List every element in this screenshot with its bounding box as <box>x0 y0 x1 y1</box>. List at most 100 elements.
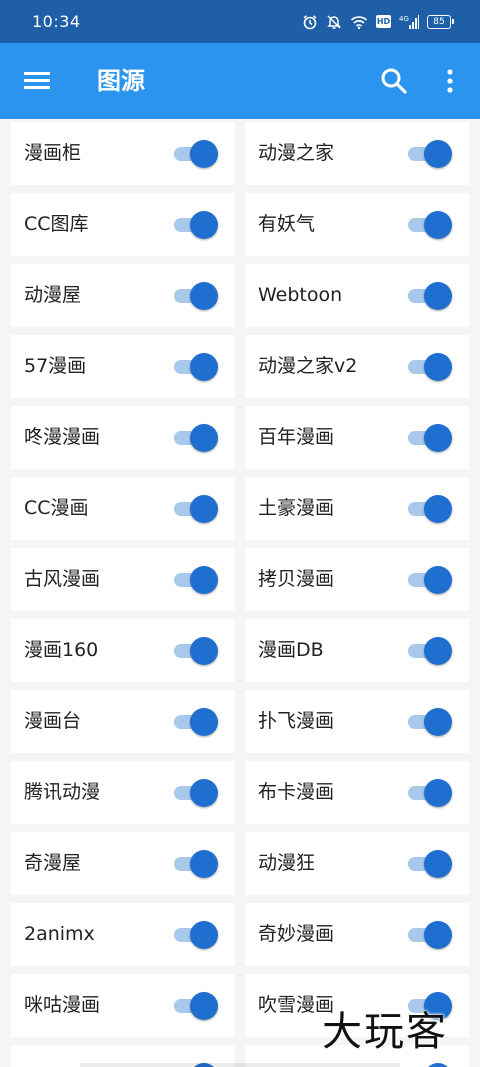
toggle-thumb <box>190 566 218 594</box>
source-toggle[interactable] <box>174 353 220 381</box>
source-card: 动漫狂 <box>245 832 469 895</box>
source-card: 漫画柜 <box>11 122 235 185</box>
signal-icon: 4G <box>399 14 419 30</box>
toggle-thumb <box>190 282 218 310</box>
source-toggle[interactable] <box>408 637 454 665</box>
source-name: 有妖气 <box>258 213 316 235</box>
source-name: 奇漫屋 <box>24 852 82 874</box>
source-toggle[interactable] <box>408 282 454 310</box>
source-card: 布卡漫画 <box>245 761 469 824</box>
source-card: 奇漫屋 <box>11 832 235 895</box>
source-toggle[interactable] <box>408 850 454 878</box>
toggle-thumb <box>190 708 218 736</box>
source-card: 动漫之家v2 <box>245 335 469 398</box>
more-options-button[interactable] <box>434 65 466 97</box>
source-name: 土豪漫画 <box>258 497 335 519</box>
source-grid[interactable]: 漫画柜 动漫之家 CC图库 有妖气 动漫屋 Webtoon 57漫画 动漫之家v2 咚漫漫画 百年… <box>0 119 480 1067</box>
source-card: 土豪漫画 <box>245 477 469 540</box>
toggle-thumb <box>190 424 218 452</box>
source-name: 动漫之家 <box>258 142 335 164</box>
source-name: CC图库 <box>24 213 89 235</box>
battery-icon: 85 <box>427 14 454 29</box>
source-name: 咪咕漫画 <box>24 994 101 1016</box>
source-name: 咚漫漫画 <box>24 426 101 448</box>
source-toggle[interactable] <box>408 566 454 594</box>
alarm-icon <box>302 14 318 30</box>
source-toggle[interactable] <box>174 211 220 239</box>
toggle-thumb <box>424 637 452 665</box>
source-card: 漫画DB <box>245 619 469 682</box>
hd-badge: HD <box>376 15 391 28</box>
toggle-thumb <box>424 779 452 807</box>
source-name: 漫画160 <box>24 639 99 661</box>
source-name: 漫画DB <box>258 639 324 661</box>
source-toggle[interactable] <box>174 495 220 523</box>
source-name: CC漫画 <box>24 497 89 519</box>
source-name: 布卡漫画 <box>258 781 335 803</box>
source-toggle[interactable] <box>408 779 454 807</box>
source-toggle[interactable] <box>174 921 220 949</box>
toggle-thumb <box>190 211 218 239</box>
mute-bell-icon <box>326 14 342 30</box>
source-toggle[interactable] <box>408 708 454 736</box>
source-card: 咚漫漫画 <box>11 406 235 469</box>
battery-level: 85 <box>427 14 451 29</box>
source-card: CC漫画 <box>11 477 235 540</box>
source-toggle[interactable] <box>408 424 454 452</box>
source-toggle[interactable] <box>174 779 220 807</box>
source-toggle[interactable] <box>408 1063 454 1067</box>
toggle-thumb <box>190 495 218 523</box>
source-toggle[interactable] <box>408 353 454 381</box>
toggle-thumb <box>190 850 218 878</box>
toggle-thumb <box>190 992 218 1020</box>
source-card: 古风漫画 <box>11 548 235 611</box>
toggle-thumb <box>190 637 218 665</box>
source-name: 拷贝漫画 <box>258 568 335 590</box>
source-card: 动漫屋 <box>11 264 235 327</box>
source-toggle[interactable] <box>174 850 220 878</box>
source-toggle[interactable] <box>174 566 220 594</box>
source-grid-inner: 漫画柜 动漫之家 CC图库 有妖气 动漫屋 Webtoon 57漫画 动漫之家v2 咚漫漫画 百年… <box>0 119 480 1067</box>
toggle-thumb <box>424 850 452 878</box>
toggle-thumb <box>190 140 218 168</box>
source-card: 咪咕漫画 <box>11 974 235 1037</box>
toggle-thumb <box>424 424 452 452</box>
source-card: 漫画160 <box>11 619 235 682</box>
source-card: 有妖气 <box>245 193 469 256</box>
search-button[interactable] <box>378 65 410 97</box>
source-name: 百年漫画 <box>258 426 335 448</box>
source-name: 漫画台 <box>24 710 82 732</box>
app-bar: 图源 <box>0 43 480 119</box>
source-toggle[interactable] <box>174 637 220 665</box>
source-card: 扑飞漫画 <box>245 690 469 753</box>
source-card: 漫画台 <box>11 690 235 753</box>
toggle-thumb <box>424 921 452 949</box>
source-toggle[interactable] <box>408 140 454 168</box>
status-bar: 10:34 HD 4G 85 <box>0 0 480 43</box>
source-toggle[interactable] <box>408 921 454 949</box>
source-toggle[interactable] <box>174 282 220 310</box>
wifi-icon <box>350 14 368 30</box>
status-icons: HD 4G 85 <box>302 14 454 30</box>
source-name: 扑飞漫画 <box>258 710 335 732</box>
source-toggle[interactable] <box>408 211 454 239</box>
toggle-thumb <box>190 779 218 807</box>
network-type: 4G <box>399 15 409 23</box>
source-toggle[interactable] <box>174 708 220 736</box>
source-toggle[interactable] <box>408 495 454 523</box>
battery-tip <box>452 19 454 24</box>
source-toggle[interactable] <box>174 140 220 168</box>
menu-button[interactable] <box>22 65 54 97</box>
source-name: 动漫狂 <box>258 852 316 874</box>
toggle-thumb <box>424 566 452 594</box>
source-toggle[interactable] <box>174 424 220 452</box>
hamburger-menu-icon <box>24 72 50 89</box>
source-card: Webtoon <box>245 264 469 327</box>
source-toggle[interactable] <box>174 992 220 1020</box>
toggle-thumb <box>424 1063 452 1067</box>
toggle-thumb <box>190 921 218 949</box>
source-card: 拷贝漫画 <box>245 548 469 611</box>
source-name: 漫画柜 <box>24 142 82 164</box>
toggle-thumb <box>424 211 452 239</box>
source-name: 动漫屋 <box>24 284 82 306</box>
